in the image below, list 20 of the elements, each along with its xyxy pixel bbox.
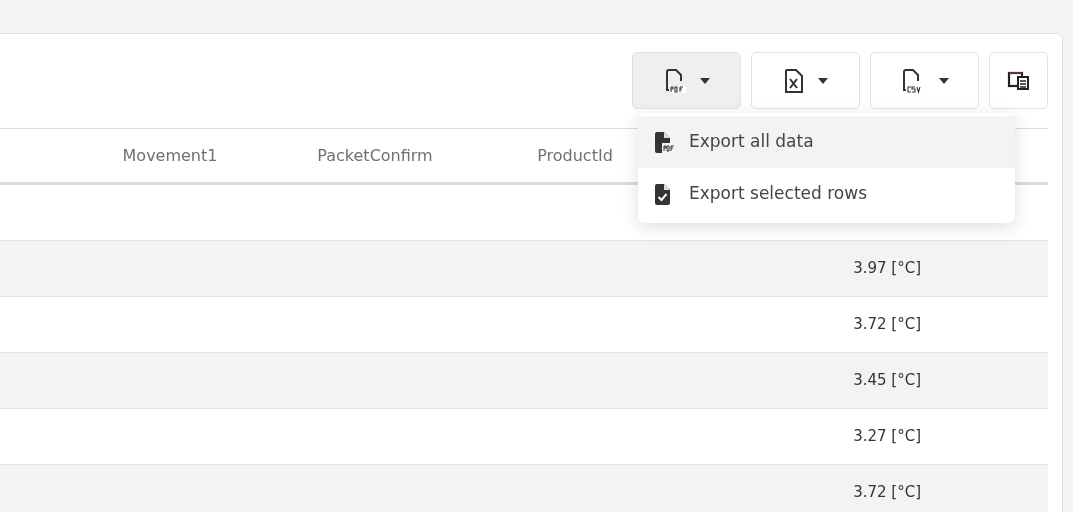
pdf-file-icon: [654, 131, 675, 153]
table-cell-text: 3.27 [°C]: [852, 426, 922, 448]
pdf-export-button[interactable]: [632, 52, 741, 109]
caret-icon: [938, 77, 949, 84]
table-cell-text: 3.72 [°C]: [852, 314, 922, 336]
excel-file-icon: [783, 67, 804, 94]
column-header[interactable]: PacketConfirm: [270, 143, 480, 168]
caret-icon: [699, 77, 710, 84]
table-cell-text: 3.72 [°C]: [852, 482, 922, 504]
menu-item[interactable]: Export selected rows: [638, 168, 1015, 220]
column-chooser-button[interactable]: [989, 52, 1048, 109]
columns-icon: [1006, 69, 1031, 92]
pdf-file-icon: [663, 67, 686, 94]
menu-item[interactable]: Export all data: [638, 116, 1015, 168]
csv-export-button[interactable]: [870, 52, 979, 109]
table-cell-text: 3.97 [°C]: [852, 258, 922, 280]
table-cell-text: 3.45 [°C]: [852, 370, 922, 392]
excel-export-button[interactable]: [751, 52, 860, 109]
caret-icon: [817, 77, 828, 84]
column-header[interactable]: Movement1: [70, 143, 270, 168]
